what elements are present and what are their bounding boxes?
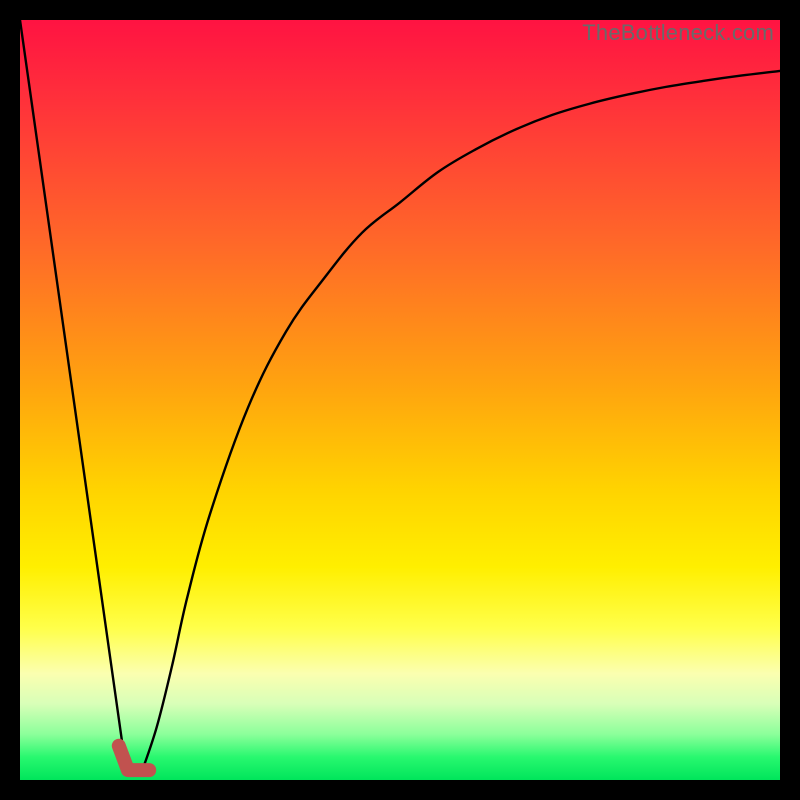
chart-svg — [20, 20, 780, 780]
plot-area: TheBottleneck.com — [20, 20, 780, 780]
series-right-curve — [142, 71, 780, 772]
chart-frame: TheBottleneck.com — [0, 0, 800, 800]
highlight-marker — [119, 746, 149, 770]
series-left-line — [20, 20, 126, 772]
